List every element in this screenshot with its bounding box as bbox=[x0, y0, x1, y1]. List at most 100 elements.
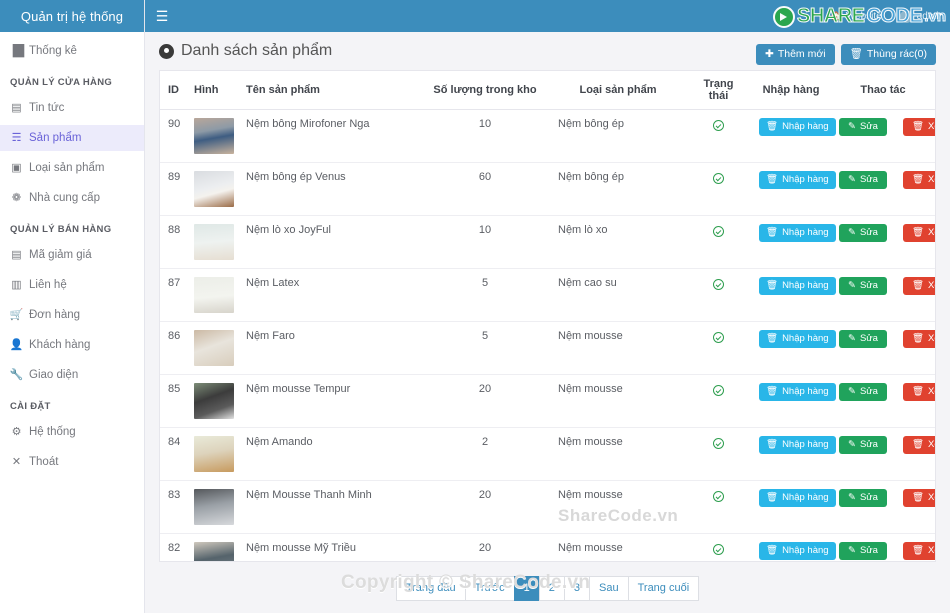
cell-product-name: Nệm Mousse Thanh Minh bbox=[238, 480, 420, 534]
import-button[interactable]: 🗑 Nhập hàng bbox=[759, 383, 836, 401]
delete-button[interactable]: 🗑Xóa bbox=[902, 277, 935, 295]
edit-button[interactable]: ✎ Sửa bbox=[839, 383, 887, 401]
pagination-item-5[interactable]: Sau bbox=[589, 576, 628, 602]
delete-button[interactable]: 🗑Xóa bbox=[902, 118, 935, 136]
import-button-label: Nhập hàng bbox=[782, 227, 829, 238]
pagination-item-1[interactable]: Trước bbox=[464, 576, 514, 602]
cell-actions: ✎Sửa 🗑Xóa bbox=[831, 215, 935, 269]
brand-title: Quản trị hệ thống bbox=[0, 0, 144, 32]
cell-import: 🗑 Nhập hàng bbox=[751, 427, 836, 481]
cell-product-name: Nệm Faro bbox=[238, 321, 420, 375]
archive-icon: ▣ bbox=[11, 161, 22, 174]
edit-button[interactable]: ✎ Sửa bbox=[839, 224, 887, 242]
pagination-item-3[interactable]: 2 bbox=[538, 576, 564, 602]
website-link[interactable]: 🏠 Website bbox=[831, 11, 882, 22]
cell-actions: ✎Sửa 🗑Xóa bbox=[831, 427, 935, 481]
table-row: 83 Nệm Mousse Thanh Minh 20 Nệm mousse 🗑 Nhập… bbox=[160, 480, 935, 534]
cell-status bbox=[686, 215, 751, 269]
product-image bbox=[194, 224, 234, 260]
delete-button[interactable]: 🗑Xóa bbox=[902, 542, 935, 560]
delete-button[interactable]: 🗑Xóa bbox=[902, 436, 935, 454]
import-button[interactable]: 🗑 Nhập hàng bbox=[759, 330, 836, 348]
column-header-4: Loại sản phẩm bbox=[550, 71, 686, 110]
add-new-button[interactable]: ✚ Thêm mới bbox=[756, 44, 835, 65]
cell-thumbnail bbox=[186, 533, 238, 561]
cell-id: 82 bbox=[160, 533, 186, 561]
sidebar-item-label: Nhà cung cấp bbox=[29, 192, 100, 204]
hamburger-icon[interactable]: ☰ bbox=[153, 8, 171, 24]
topbar: ☰ 🏠 Website admin SHARE CODE .vn bbox=[145, 0, 950, 32]
cell-status bbox=[686, 321, 751, 375]
edit-button[interactable]: ✎ Sửa bbox=[839, 330, 887, 348]
table-row: 85 Nệm mousse Tempur 20 Nệm mousse 🗑 Nhập hàn… bbox=[160, 374, 935, 428]
trash-icon: 🗑 bbox=[766, 492, 779, 503]
import-button[interactable]: 🗑 Nhập hàng bbox=[759, 171, 836, 189]
header-actions: ✚ Thêm mới 🗑 Thùng rác(0) bbox=[756, 44, 936, 65]
trash-button[interactable]: 🗑 Thùng rác(0) bbox=[840, 44, 936, 65]
sidebar-item-13[interactable]: ⚙ Hệ thống bbox=[0, 419, 144, 445]
table-row: 82 Nệm mousse Mỹ Triều 20 Nệm mousse 🗑 Nhập h… bbox=[160, 533, 935, 561]
cell-quantity: 20 bbox=[420, 374, 550, 428]
table-row: 86Nệm Faro5Nệm mousse🗑Nhập hàng✎Sửa🗑Xóa bbox=[160, 321, 935, 375]
sidebar-item-8[interactable]: ▥ Liên hệ bbox=[0, 272, 144, 298]
import-button[interactable]: 🗑 Nhập hàng bbox=[759, 277, 836, 295]
pagination-item-2[interactable]: 1 bbox=[513, 576, 539, 602]
id-card-icon: ▥ bbox=[11, 278, 22, 291]
delete-button[interactable]: 🗑Xóa bbox=[902, 171, 935, 189]
gift-icon: ❁ bbox=[11, 191, 22, 204]
delete-button-label: Xóa bbox=[928, 174, 935, 185]
edit-button[interactable]: ✎ Sửa bbox=[839, 542, 887, 560]
delete-button[interactable]: 🗑Xóa bbox=[902, 383, 935, 401]
sidebar-item-2[interactable]: ▤ Tin tức bbox=[0, 95, 144, 121]
edit-button-label: Sửa bbox=[859, 545, 878, 556]
trash-icon: 🗑 bbox=[766, 174, 779, 185]
delete-button[interactable]: 🗑Xóa bbox=[902, 330, 935, 348]
check-circle-icon bbox=[713, 544, 724, 555]
sidebar-item-0[interactable]: ▐█ Thống kê bbox=[0, 38, 144, 64]
trash-icon: 🗑 bbox=[911, 280, 925, 291]
import-button[interactable]: 🗑 Nhập hàng bbox=[759, 489, 836, 507]
edit-button[interactable]: ✎ Sửa bbox=[839, 171, 887, 189]
products-table: ID Hình Tên sản phẩm Số lượng trong kho Loại… bbox=[160, 71, 935, 561]
edit-icon: ✎ bbox=[848, 386, 856, 397]
admin-menu[interactable]: admin bbox=[899, 9, 944, 23]
delete-button[interactable]: 🗑Xóa bbox=[902, 224, 935, 242]
import-button[interactable]: 🗑 Nhập hàng bbox=[759, 542, 836, 560]
sidebar-item-14[interactable]: ✕ Thoát bbox=[0, 449, 144, 475]
cell-import: 🗑 Nhập hàng bbox=[751, 480, 836, 534]
edit-icon: ✎ bbox=[848, 492, 856, 503]
sidebar-item-5[interactable]: ❁ Nhà cung cấp bbox=[0, 185, 144, 211]
sidebar-item-10[interactable]: 👤 Khách hàng bbox=[0, 332, 144, 358]
edit-button[interactable]: ✎ Sửa bbox=[839, 118, 887, 136]
column-header-0: ID bbox=[160, 71, 186, 110]
import-button[interactable]: 🗑 Nhập hàng bbox=[759, 118, 836, 136]
cell-product-type: Nệm mousse bbox=[550, 533, 686, 561]
pagination-item-4[interactable]: 3 bbox=[563, 576, 590, 602]
import-button[interactable]: 🗑 Nhập hàng bbox=[759, 436, 836, 454]
edit-button[interactable]: ✎ Sửa bbox=[839, 277, 887, 295]
cell-quantity: 20 bbox=[420, 480, 550, 534]
edit-button[interactable]: ✎ Sửa bbox=[839, 436, 887, 454]
table-row: 90 Nệm bông Mirofoner Nga 10 Nệm bông ép 🗑 Nh… bbox=[160, 110, 935, 163]
edit-button[interactable]: ✎ Sửa bbox=[839, 489, 887, 507]
check-circle-icon bbox=[713, 120, 724, 131]
sidebar-item-9[interactable]: 🛒 Đơn hàng bbox=[0, 302, 144, 328]
products-panel: ID Hình Tên sản phẩm Số lượng trong kho Loại… bbox=[159, 70, 936, 562]
check-circle-icon bbox=[713, 226, 724, 237]
product-image bbox=[194, 542, 234, 561]
topbar-right: 🏠 Website admin bbox=[831, 0, 944, 32]
pagination-item-6[interactable]: Trang cuối bbox=[627, 576, 700, 602]
delete-button[interactable]: 🗑Xóa bbox=[902, 489, 935, 507]
import-button[interactable]: 🗑 Nhập hàng bbox=[759, 224, 836, 242]
avatar bbox=[899, 9, 913, 23]
pagination-item-0[interactable]: Trang đầu bbox=[395, 576, 465, 602]
sidebar-item-11[interactable]: 🔧 Giao diện bbox=[0, 362, 144, 388]
product-image bbox=[194, 383, 234, 419]
cell-thumbnail bbox=[186, 110, 238, 163]
sidebar-item-7[interactable]: ▤ Mã giảm giá bbox=[0, 242, 144, 268]
sidebar-item-3[interactable]: ☴ Sản phẩm bbox=[0, 125, 144, 151]
sidebar-item-4[interactable]: ▣ Loại sản phẩm bbox=[0, 155, 144, 181]
cell-quantity: 10 bbox=[478, 118, 492, 130]
edit-icon: ✎ bbox=[848, 174, 856, 185]
cell-quantity: 5 bbox=[420, 321, 550, 375]
